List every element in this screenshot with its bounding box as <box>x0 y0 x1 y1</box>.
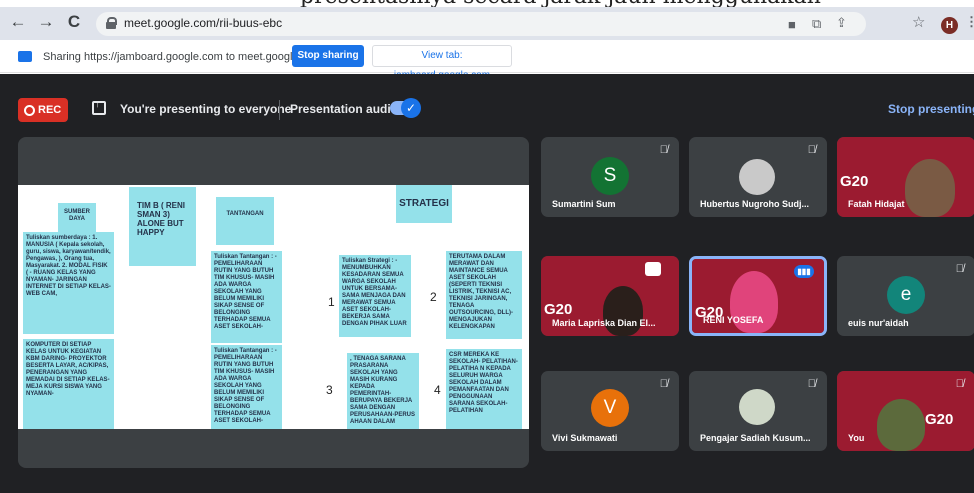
mic-off-icon: 🎙̸ <box>659 378 668 390</box>
bookmark-star-icon[interactable]: ☆ <box>912 13 925 31</box>
presentation-tile: SUMBER DAYA TIM B ( RENI SMAN 3) ALONE B… <box>18 137 529 468</box>
presentation-audio-label: Presentation audio <box>290 102 399 116</box>
present-icon <box>92 99 106 115</box>
participant-tile[interactable]: 🎙̸ S Sumartini Sum <box>541 137 679 217</box>
participant-tile[interactable]: G20 Maria Lapriska Dian El... <box>541 256 679 336</box>
jamboard: SUMBER DAYA TIM B ( RENI SMAN 3) ALONE B… <box>18 185 529 429</box>
sharing-text: Sharing https://jamboard.google.com to m… <box>43 51 323 63</box>
meet-window: REC You're presenting to everyone Presen… <box>0 74 974 493</box>
mic-off-icon: 🎙̸ <box>807 378 816 390</box>
participant-tile-active[interactable]: G20 ▮▮▮ RENI YOSEFA <box>689 256 827 336</box>
sticky-note: Tuliskan Strategi : - MENUMBUHKAN KESADA… <box>339 255 411 337</box>
view-tab-button[interactable]: View tab: jamboard.google.com <box>372 45 512 81</box>
address-bar[interactable]: meet.google.com/rii-buus-ebc ■ ⧉ ⇪ <box>96 12 866 36</box>
participant-name: Sumartini Sum <box>552 199 616 209</box>
stop-sharing-button[interactable]: Stop sharing <box>292 45 364 67</box>
stop-presenting-button[interactable]: Stop presenting <box>888 102 974 116</box>
avatar <box>739 159 775 195</box>
open-tab-icon[interactable]: ⧉ <box>812 16 821 32</box>
reload-button[interactable]: C <box>64 12 84 32</box>
participant-name: Vivi Sukmawati <box>552 433 618 443</box>
share-icon[interactable]: ⇪ <box>836 15 847 31</box>
sticky-note: , TENAGA SARANA PRASARANA SEKOLAH YANG M… <box>347 353 419 429</box>
g20-logo: G20 <box>544 301 573 318</box>
avatar: S <box>591 157 629 195</box>
sticky-note: CSR MEREKA KE SEKOLAH- PELATIHAN-PELATIH… <box>446 349 522 429</box>
sticky-note: TIM B ( RENI SMAN 3) ALONE BUT HAPPY <box>129 187 196 266</box>
participant-name: Maria Lapriska Dian El... <box>552 318 656 328</box>
step-number: 1 <box>328 295 335 309</box>
participant-name: Pengajar Sadiah Kusum... <box>700 433 811 443</box>
avatar: V <box>591 389 629 427</box>
participant-tile[interactable]: 🎙̸ Pengajar Sadiah Kusum... <box>689 371 827 451</box>
participant-name: Fatah Hidajat <box>848 199 905 209</box>
url-text: meet.google.com/rii-buus-ebc <box>124 16 283 30</box>
participant-name: RENI YOSEFA <box>703 315 764 325</box>
presentation-audio-toggle[interactable]: ✓ <box>390 98 421 118</box>
sticky-note: TERUTAMA DALAM MERAWAT DAN MAINTANCE SEM… <box>446 251 522 339</box>
divider <box>279 100 280 120</box>
camera-icon[interactable]: ■ <box>788 17 796 32</box>
screen-share-icon <box>18 51 32 62</box>
logo-badge <box>645 262 661 276</box>
participant-name: Hubertus Nugroho Sudj... <box>700 199 809 209</box>
participant-name: euis nur'aidah <box>848 318 909 328</box>
participant-tile[interactable]: G20 🎙̸ You <box>837 371 974 451</box>
participant-tile[interactable]: 🎙̸ e euis nur'aidah <box>837 256 974 336</box>
step-number: 2 <box>430 290 437 304</box>
participant-video <box>905 159 955 217</box>
sticky-note: KOMPUTER DI SETIAP KELAS UNTUK KEGIATAN … <box>23 339 114 429</box>
avatar <box>739 389 775 425</box>
presenting-status: You're presenting to everyone <box>120 102 292 116</box>
sharing-infobar: Sharing https://jamboard.google.com to m… <box>0 40 974 81</box>
mic-off-icon: 🎙̸ <box>659 144 668 156</box>
mic-off-icon: 🎙̸ <box>955 378 964 390</box>
sticky-note: STRATEGI <box>396 185 452 223</box>
sticky-note: Tuliskan Tantangan : - PEMELIHARAAN RUTI… <box>211 345 282 429</box>
recording-indicator[interactable]: REC <box>18 98 68 122</box>
step-number: 4 <box>434 383 441 397</box>
avatar: e <box>887 276 925 314</box>
sticky-note: SUMBER DAYA <box>58 203 96 235</box>
browser-toolbar: ← → C meet.google.com/rii-buus-ebc ■ ⧉ ⇪… <box>0 7 974 40</box>
sticky-note: TANTANGAN <box>216 197 274 245</box>
participant-tile[interactable]: G20 Fatah Hidajat <box>837 137 974 217</box>
participant-video <box>877 399 925 451</box>
lock-icon <box>106 17 117 29</box>
step-number: 3 <box>326 383 333 397</box>
profile-avatar[interactable]: H <box>941 17 958 34</box>
sticky-note: Tuliskan sumberdaya : 1. MANUSIA ( Kepal… <box>23 232 114 334</box>
g20-logo: G20 <box>840 173 869 190</box>
back-button[interactable]: ← <box>8 12 28 32</box>
participant-name: You <box>848 433 865 443</box>
menu-icon[interactable]: ⋮ <box>965 14 974 30</box>
mic-off-icon: 🎙̸ <box>807 144 816 156</box>
participant-tile[interactable]: 🎙̸ V Vivi Sukmawati <box>541 371 679 451</box>
presentation-bar: REC You're presenting to everyone Presen… <box>0 92 974 128</box>
forward-button[interactable]: → <box>36 12 56 32</box>
participant-video <box>603 286 643 336</box>
check-icon: ✓ <box>401 98 421 118</box>
participant-tile[interactable]: 🎙̸ Hubertus Nugroho Sudj... <box>689 137 827 217</box>
speaking-icon: ▮▮▮ <box>794 265 814 278</box>
mic-off-icon: 🎙̸ <box>955 263 964 275</box>
g20-logo: G20 <box>925 411 954 428</box>
sticky-note: Tuliskan Tantangan : - PEMELIHARAAN RUTI… <box>211 251 282 343</box>
